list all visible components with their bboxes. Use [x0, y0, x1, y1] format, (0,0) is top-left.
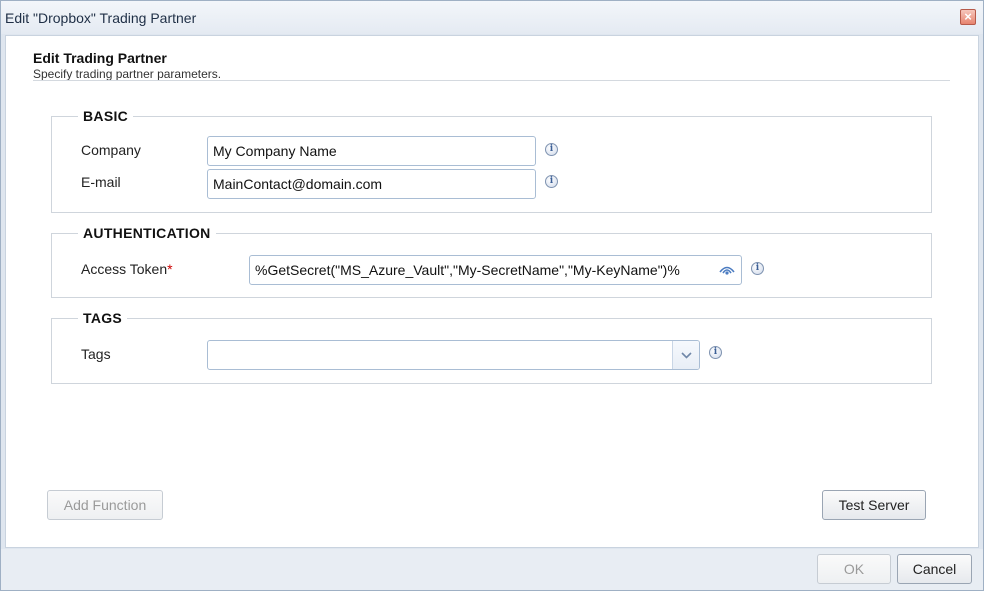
dialog-content: Edit Trading Partner Specify trading par…: [5, 35, 979, 548]
authentication-group: AUTHENTICATION Access Token* %GetSecret(…: [51, 225, 932, 298]
section-heading: Edit Trading Partner: [33, 50, 167, 66]
tags-group: TAGS Tags i: [51, 310, 932, 384]
heading-divider: [33, 80, 950, 81]
access-token-info-icon[interactable]: i: [751, 262, 764, 275]
basic-group: BASIC Company My Company Name i E-mail M…: [51, 108, 932, 213]
basic-legend: BASIC: [78, 108, 134, 124]
chevron-down-icon[interactable]: [672, 341, 699, 369]
tags-legend: TAGS: [78, 310, 128, 326]
email-label: E-mail: [81, 174, 121, 190]
dialog-footer: OK Cancel: [1, 549, 983, 590]
tags-info-icon[interactable]: i: [709, 346, 722, 359]
tags-select[interactable]: [207, 340, 700, 370]
authentication-legend: AUTHENTICATION: [78, 225, 216, 241]
cancel-button[interactable]: Cancel: [897, 554, 972, 584]
show-secret-icon[interactable]: [719, 264, 735, 276]
close-icon[interactable]: ×: [960, 9, 976, 25]
dialog-titlebar[interactable]: Edit "Dropbox" Trading Partner ×: [1, 1, 983, 34]
required-marker: *: [167, 261, 173, 277]
company-input[interactable]: My Company Name: [207, 136, 536, 166]
email-input[interactable]: MainContact@domain.com: [207, 169, 536, 199]
access-token-input[interactable]: %GetSecret("MS_Azure_Vault","My-SecretNa…: [249, 255, 742, 285]
section-subheading: Specify trading partner parameters.: [33, 67, 222, 81]
access-token-label: Access Token*: [81, 261, 173, 277]
dialog-title: Edit "Dropbox" Trading Partner: [5, 10, 197, 26]
access-token-value: %GetSecret("MS_Azure_Vault","My-SecretNa…: [255, 262, 680, 278]
test-server-button[interactable]: Test Server: [822, 490, 926, 520]
tags-label: Tags: [81, 346, 111, 362]
email-info-icon[interactable]: i: [545, 175, 558, 188]
add-function-button[interactable]: Add Function: [47, 490, 163, 520]
company-info-icon[interactable]: i: [545, 143, 558, 156]
edit-trading-partner-dialog: Edit "Dropbox" Trading Partner × Edit Tr…: [0, 0, 984, 591]
ok-button[interactable]: OK: [817, 554, 891, 584]
company-label: Company: [81, 142, 141, 158]
